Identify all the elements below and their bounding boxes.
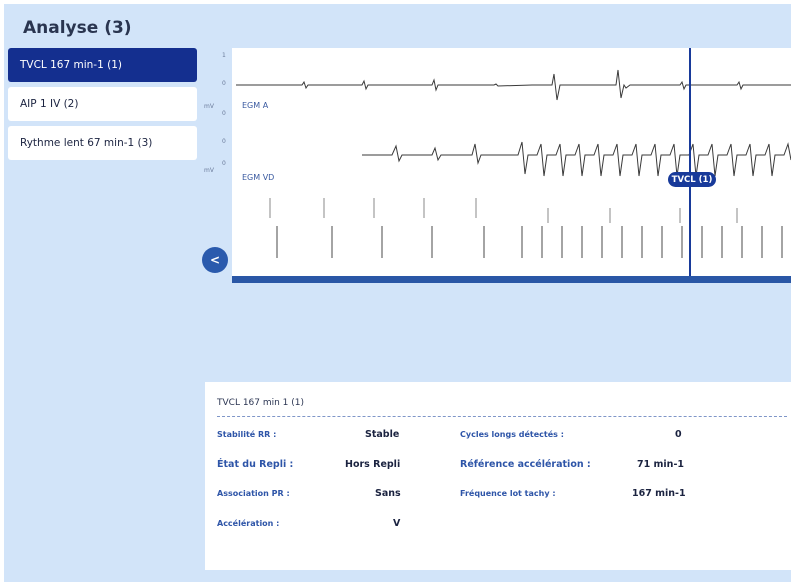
egm-a-trace (236, 69, 791, 101)
cycles-value: 0 (675, 429, 682, 440)
marker-channel-small (269, 198, 738, 223)
frequence-value: 167 min-1 (632, 488, 686, 499)
cycles-label: Cycles longs détectés : (460, 430, 564, 439)
unit-a: mV (204, 103, 214, 110)
episode-details: TVCL 167 min 1 (1) Stabilité RR : Stable… (205, 382, 791, 570)
scale-a-zero: 0 (222, 80, 226, 87)
details-divider (217, 416, 787, 417)
scale-vd-top: 0 (222, 138, 226, 145)
reference-value: 71 min-1 (637, 459, 684, 470)
scale-a-top: 1 (222, 52, 226, 59)
scale-vd-zero: 0 (222, 160, 226, 167)
collapse-button[interactable]: < (202, 247, 228, 273)
page-title: Analyse (3) (23, 18, 132, 38)
repli-value: Hors Repli (345, 459, 401, 470)
episode-item-aip[interactable]: AIP 1 IV (2) (8, 87, 197, 121)
reference-label: Référence accélération : (460, 459, 591, 470)
marker-channel (276, 226, 783, 258)
unit-vd: mV (204, 167, 214, 174)
episode-marker-badge[interactable]: TVCL (1) (668, 172, 716, 187)
episode-list: TVCL 167 min-1 (1) AIP 1 IV (2) Rythme l… (8, 48, 197, 165)
egm-waveforms (236, 48, 791, 276)
stabilite-label: Stabilité RR : (217, 430, 277, 439)
frequence-label: Fréquence lot tachy : (460, 489, 556, 498)
repli-label: État du Repli : (217, 459, 294, 470)
episode-label: Rythme lent 67 min-1 (3) (20, 137, 153, 149)
details-title: TVCL 167 min 1 (1) (217, 398, 305, 408)
acceleration-label: Accélération : (217, 519, 280, 528)
association-label: Association PR : (217, 489, 290, 498)
scale-a-zero-2: 0 (222, 110, 226, 117)
episode-item-tvcl[interactable]: TVCL 167 min-1 (1) (8, 48, 197, 82)
acceleration-value: V (393, 518, 401, 529)
stabilite-value: Stable (365, 429, 400, 440)
channel-label-vd: EGM VD (242, 173, 275, 182)
egm-vd-trace (362, 141, 791, 177)
egm-tracing[interactable]: EGM A EGM VD (232, 48, 791, 283)
association-value: Sans (375, 488, 401, 499)
channel-label-a: EGM A (242, 101, 269, 110)
episode-item-rythme-lent[interactable]: Rythme lent 67 min-1 (3) (8, 126, 197, 160)
episode-label: AIP 1 IV (2) (20, 98, 79, 110)
episode-label: TVCL 167 min-1 (1) (20, 59, 122, 71)
